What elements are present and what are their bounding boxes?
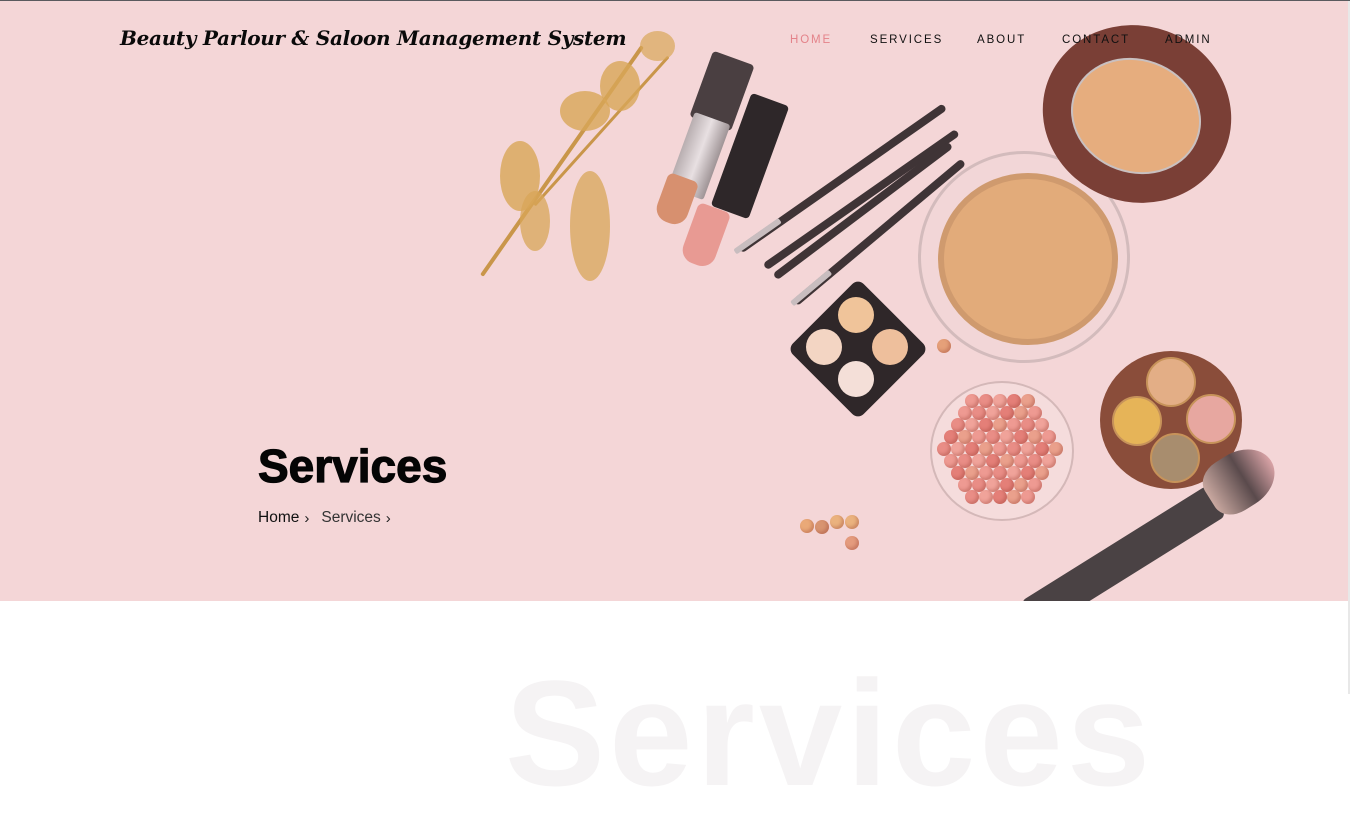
breadcrumb-item-home[interactable]: Home › [258,509,321,527]
breadcrumb-label[interactable]: Home [258,509,299,527]
blush-pearl [979,490,993,504]
nav-contact[interactable]: CONTACT [1062,34,1130,46]
hero-banner: Beauty Parlour & Saloon Management Syste… [0,1,1348,601]
nav-services[interactable]: SERVICES [870,34,943,46]
section-watermark-heading: Services [505,649,1155,817]
nav-about[interactable]: ABOUT [977,34,1026,46]
breadcrumb-label[interactable]: Services [321,509,380,527]
blush-pearl [993,490,1007,504]
breadcrumb-item-services[interactable]: Services › [321,509,402,527]
nav-admin[interactable]: ADMIN [1165,34,1212,46]
blush-pearl [1021,490,1035,504]
nav-home[interactable]: HOME [790,34,832,46]
window-top-border [0,0,1350,1]
page-title: Services [257,439,448,492]
breadcrumb: Home › Services › [258,509,403,527]
blush-pearl [965,490,979,504]
site-logo[interactable]: Beauty Parlour & Saloon Management Syste… [120,26,627,50]
blush-pearl [1007,490,1021,504]
chevron-right-icon: › [304,509,310,527]
chevron-right-icon: › [385,509,391,527]
